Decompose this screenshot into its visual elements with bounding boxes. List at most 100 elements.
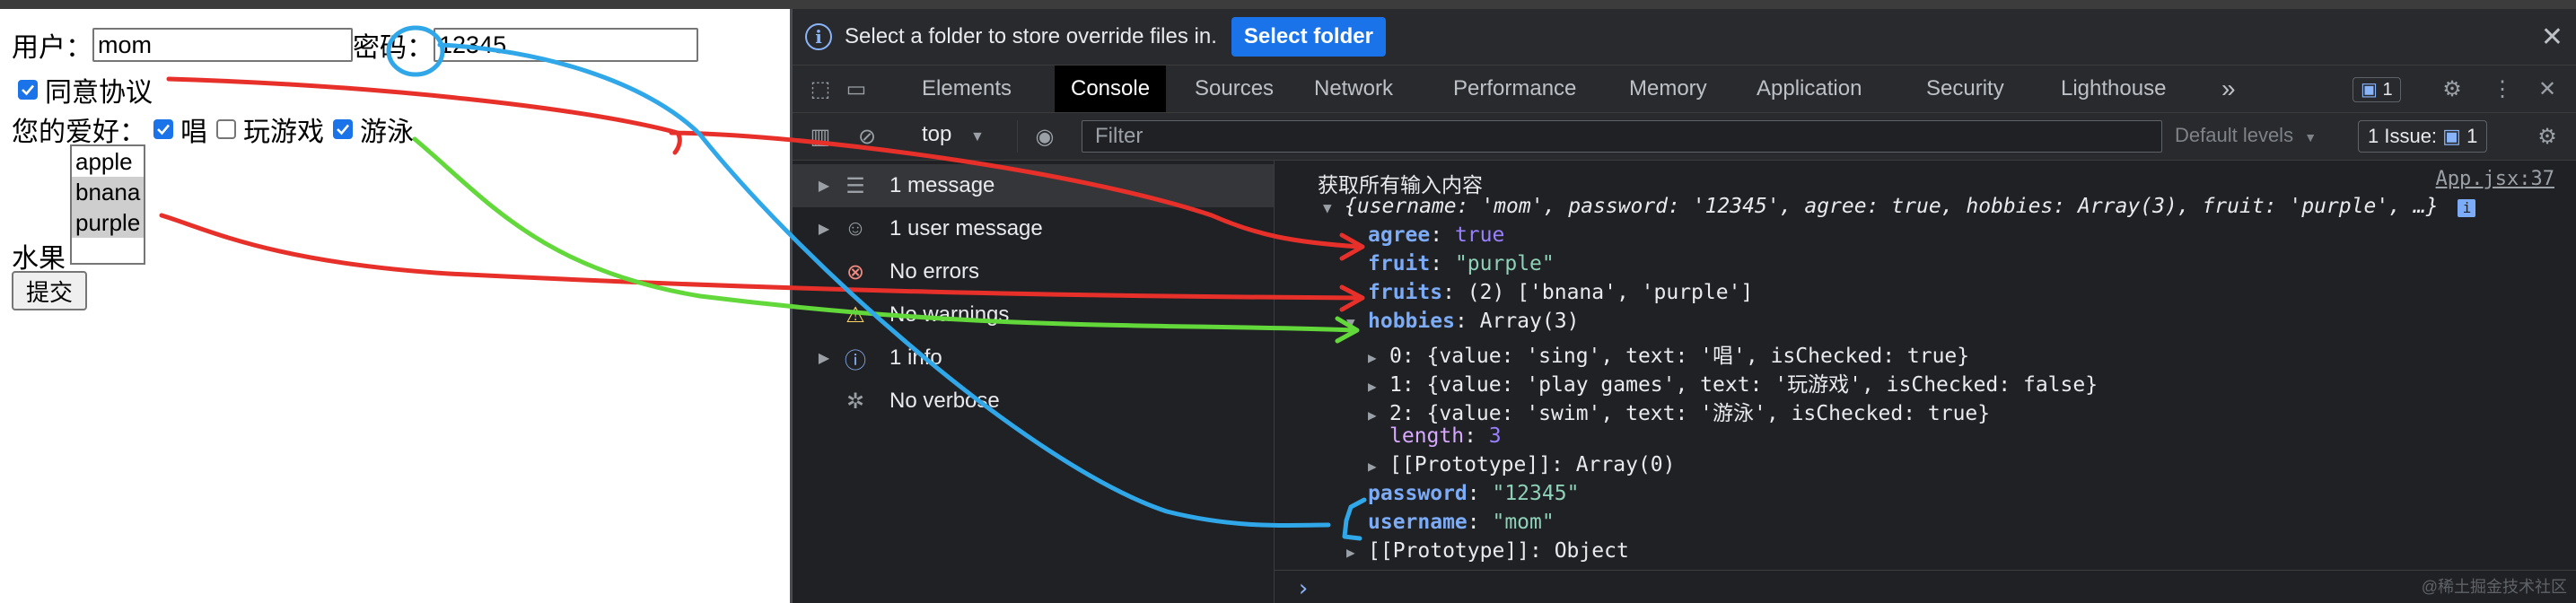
fruit-select[interactable]: apple bnana purple (70, 144, 145, 265)
issues-button[interactable]: 1 Issue: ▣ 1 (2358, 120, 2488, 153)
sidebar-item-user-messages[interactable]: ▶ ☺ 1 user message (793, 207, 1274, 250)
eye-icon[interactable]: ◉ (1033, 126, 1056, 149)
prop-password: password: "12345" (1368, 482, 1580, 505)
collapse-triangle-icon[interactable]: ▼ (1323, 199, 1345, 216)
hobby-sing-label: 唱 (180, 118, 207, 147)
divider (1275, 570, 2576, 571)
agree-checkbox[interactable] (18, 80, 38, 100)
sidebar-item-messages[interactable]: ▶ ☰ 1 message (793, 164, 1274, 207)
collapse-triangle-icon: ▼ (1346, 314, 1355, 331)
hobby-swim-checkbox[interactable] (333, 119, 353, 139)
console-output: 获取所有输入内容 App.jsx:37 ▼ {username: 'mom', p… (1275, 161, 2576, 603)
filter-input[interactable]: Filter (1082, 120, 2162, 153)
messages-badge[interactable]: ▣ 1 (2353, 77, 2401, 102)
prop-fruit: fruit: "purple" (1368, 252, 1555, 275)
hobby-item-0[interactable]: ▶ 0: {value: 'sing', text: '唱', isChecked… (1368, 338, 1969, 369)
expand-triangle-icon: ▶ (1368, 378, 1377, 395)
expand-triangle-icon: ▶ (1368, 349, 1377, 366)
tab-lighthouse[interactable]: Lighthouse (2045, 66, 2182, 112)
log-message: 获取所有输入内容 (1318, 173, 1483, 197)
hobby-item-1[interactable]: ▶ 1: {value: 'play games', text: '玩游戏', i… (1368, 367, 2098, 398)
console-sidebar: ▶ ☰ 1 message ▶ ☺ 1 user message ⊗ No er… (793, 161, 1275, 603)
hobby-games-label: 玩游戏 (243, 118, 324, 147)
tab-security[interactable]: Security (1910, 66, 2020, 112)
hobbies-label: 您的爱好： (12, 118, 146, 147)
chevron-down-icon: ▼ (2304, 130, 2318, 144)
device-toolbar-icon[interactable]: ▭ (845, 78, 868, 101)
tab-network[interactable]: Network (1298, 66, 1409, 112)
watermark: @稀土掘金技术社区 (2421, 578, 2567, 596)
tab-elements[interactable]: Elements (906, 66, 1028, 112)
prop-hobbies[interactable]: ▼ hobbies: Array(3) (1346, 310, 1579, 333)
close-devtools-icon[interactable]: ✕ (2536, 78, 2559, 101)
hobby-swim-label: 游泳 (360, 118, 414, 147)
credentials-row: 用户： 密码： (12, 25, 698, 65)
inspect-element-icon[interactable]: ⬚ (809, 78, 832, 101)
hobby-sing-checkbox[interactable] (153, 119, 173, 139)
console-toolbar: ▥ ⊘ top ▼ ◉ Filter Default levels ▼ 1 Is… (793, 113, 2576, 161)
source-link[interactable]: App.jsx:37 (2436, 168, 2554, 190)
sidebar-item-verbose[interactable]: ✲ No verbose (793, 380, 1274, 423)
bug-icon: ✲ (846, 389, 865, 414)
expand-triangle-icon: ▶ (818, 222, 830, 237)
infobar-text: Select a folder to store override files … (845, 24, 1217, 48)
user-icon: ☺ (844, 216, 867, 240)
hobby-games-checkbox[interactable] (216, 119, 236, 139)
prop-fruits: fruits: (2) ['bnana', 'purple'] (1368, 281, 1754, 304)
sidebar-item-errors[interactable]: ⊗ No errors (793, 250, 1274, 293)
fruit-option-apple[interactable]: apple (72, 146, 144, 177)
tab-memory[interactable]: Memory (1613, 66, 1723, 112)
divider (1017, 120, 1018, 153)
context-selector[interactable]: top ▼ (922, 122, 985, 147)
message-icon: ▣ (2361, 80, 2378, 100)
tab-application[interactable]: Application (1740, 66, 1878, 112)
devtools-panel: i Select a folder to store override file… (793, 9, 2576, 603)
list-icon: ☰ (846, 173, 865, 198)
select-folder-button[interactable]: Select folder (1231, 17, 1386, 57)
issue-icon: ▣ (2442, 125, 2461, 147)
default-levels-dropdown[interactable]: Default levels ▼ (2175, 124, 2317, 147)
gear-icon[interactable]: ⚙ (2440, 78, 2464, 101)
clear-console-icon[interactable]: ⊘ (855, 126, 879, 149)
hobby-item-2[interactable]: ▶ 2: {value: 'swim', text: '游泳', isChecke… (1368, 396, 1990, 426)
more-tabs-button[interactable]: » (2205, 66, 2252, 112)
submit-button[interactable]: 提交 (12, 271, 87, 310)
chevron-down-icon: ▼ (970, 129, 985, 144)
expand-triangle-icon: ▶ (818, 179, 830, 194)
prop-length: length: 3 (1389, 424, 1502, 448)
override-infobar: i Select a folder to store override file… (793, 9, 2576, 66)
prop-array-prototype[interactable]: ▶ [[Prototype]]: Array(0) (1368, 453, 1676, 476)
sidebar-item-warnings[interactable]: ⚠ No warnings (793, 293, 1274, 336)
expand-triangle-icon: ▶ (1368, 458, 1377, 475)
agree-row: 同意协议 (18, 70, 153, 109)
expand-triangle-icon: ▶ (818, 351, 830, 366)
error-icon: ⊗ (846, 259, 865, 284)
expand-triangle-icon: ▶ (1368, 406, 1377, 424)
tab-performance[interactable]: Performance (1437, 66, 1592, 112)
user-label: 用户： (12, 33, 92, 63)
sidebar-item-info[interactable]: ▶ ⓘ 1 info (793, 336, 1274, 380)
fruit-option-bnana[interactable]: bnana (72, 177, 144, 207)
sidebar-toggle-icon[interactable]: ▥ (809, 126, 832, 149)
username-input[interactable] (92, 28, 353, 62)
info-icon: ⓘ (845, 348, 866, 373)
object-summary[interactable]: ▼ {username: 'mom', password: '12345', ag… (1323, 195, 2476, 218)
close-icon[interactable]: ✕ (2541, 22, 2563, 53)
prop-agree: agree: true (1368, 223, 1505, 247)
fruit-row: 水果 (12, 236, 66, 275)
info-badge-icon: i (2458, 199, 2476, 217)
browser-top-edge (0, 0, 2576, 9)
password-input[interactable] (434, 28, 698, 62)
tab-sources[interactable]: Sources (1178, 66, 1290, 112)
more-options-icon[interactable]: ⋮ (2491, 78, 2514, 101)
warning-icon: ⚠ (846, 302, 865, 328)
tab-console[interactable]: Console (1055, 66, 1167, 112)
prop-object-prototype[interactable]: ▶ [[Prototype]]: Object (1346, 539, 1629, 563)
console-settings-gear-icon[interactable]: ⚙ (2536, 126, 2559, 149)
fruit-option-purple[interactable]: purple (72, 207, 144, 238)
expand-triangle-icon: ▶ (1346, 544, 1355, 561)
agree-label: 同意协议 (45, 78, 153, 108)
prop-username: username: "mom" (1368, 511, 1555, 534)
console-prompt[interactable]: › (1296, 575, 1310, 602)
fruit-label: 水果 (12, 244, 66, 274)
